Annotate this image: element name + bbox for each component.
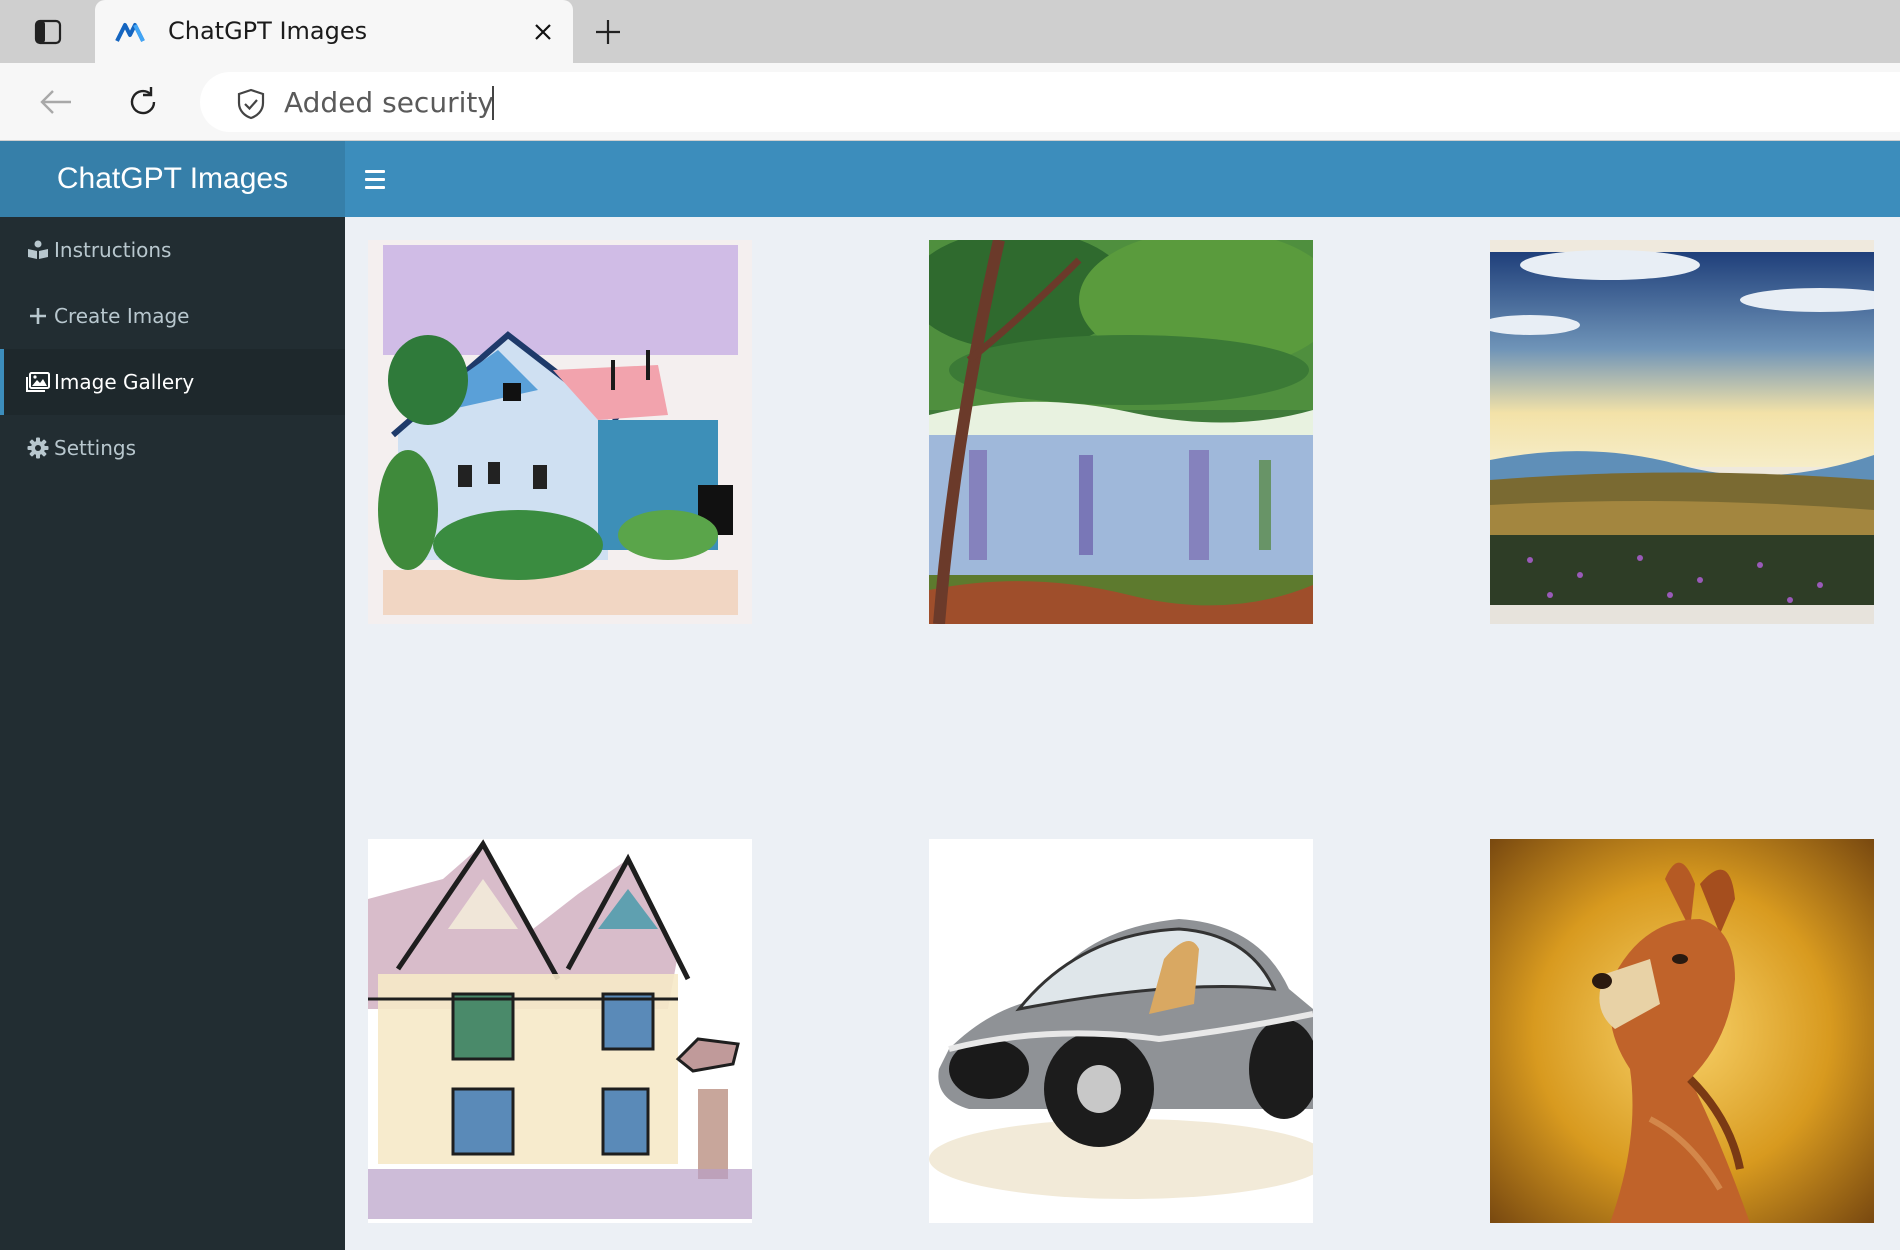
tab-title: ChatGPT Images [168,17,368,45]
tab-actions-icon[interactable] [28,14,68,50]
gallery-image-watercolor-townhouses[interactable] [368,839,752,1223]
app-navbar [345,141,1900,217]
sidebar-item-instructions[interactable]: Instructions [0,217,345,283]
new-tab-button[interactable] [588,14,628,50]
plus-icon [26,305,50,327]
browser-tabstrip: ChatGPT Images [0,0,1900,64]
browser-toolbar: Added security [0,63,1900,141]
sidebar-item-settings[interactable]: Settings [0,415,345,481]
app-brand[interactable]: ChatGPT Images [0,141,345,217]
reload-button[interactable] [122,83,164,121]
sidebar: Instructions Create Image Image Gallery [0,217,345,1250]
gallery-image-river-landscape[interactable] [929,240,1313,624]
reload-icon [130,87,156,115]
plus-icon [596,20,620,44]
gallery-image-futuristic-car[interactable] [929,839,1313,1223]
sidebar-item-label: Create Image [54,304,190,328]
image-gallery [345,217,1900,1250]
gallery-image-kangaroo[interactable] [1490,839,1874,1223]
text-caret [492,86,494,120]
address-bar[interactable]: Added security [200,72,1900,132]
gallery-image-watercolor-house[interactable] [368,240,752,624]
favicon-icon [115,20,151,44]
browser-tab[interactable]: ChatGPT Images [95,0,573,64]
gear-icon [26,437,50,459]
sidebar-item-label: Settings [54,436,137,460]
security-label[interactable]: Added security [284,86,494,119]
close-icon[interactable] [529,18,557,46]
gallery-image-sunset-field[interactable] [1490,240,1874,624]
book-reader-icon [26,239,50,261]
sidebar-item-label: Instructions [54,238,172,262]
image-icon [26,371,50,393]
sidebar-item-label: Image Gallery [54,370,195,394]
sidebar-item-create-image[interactable]: Create Image [0,283,345,349]
shield-icon[interactable] [236,88,266,120]
back-arrow-icon [40,90,71,114]
sidebar-item-image-gallery[interactable]: Image Gallery [0,349,345,415]
back-button[interactable] [35,83,77,121]
hamburger-menu-icon[interactable] [365,163,397,195]
